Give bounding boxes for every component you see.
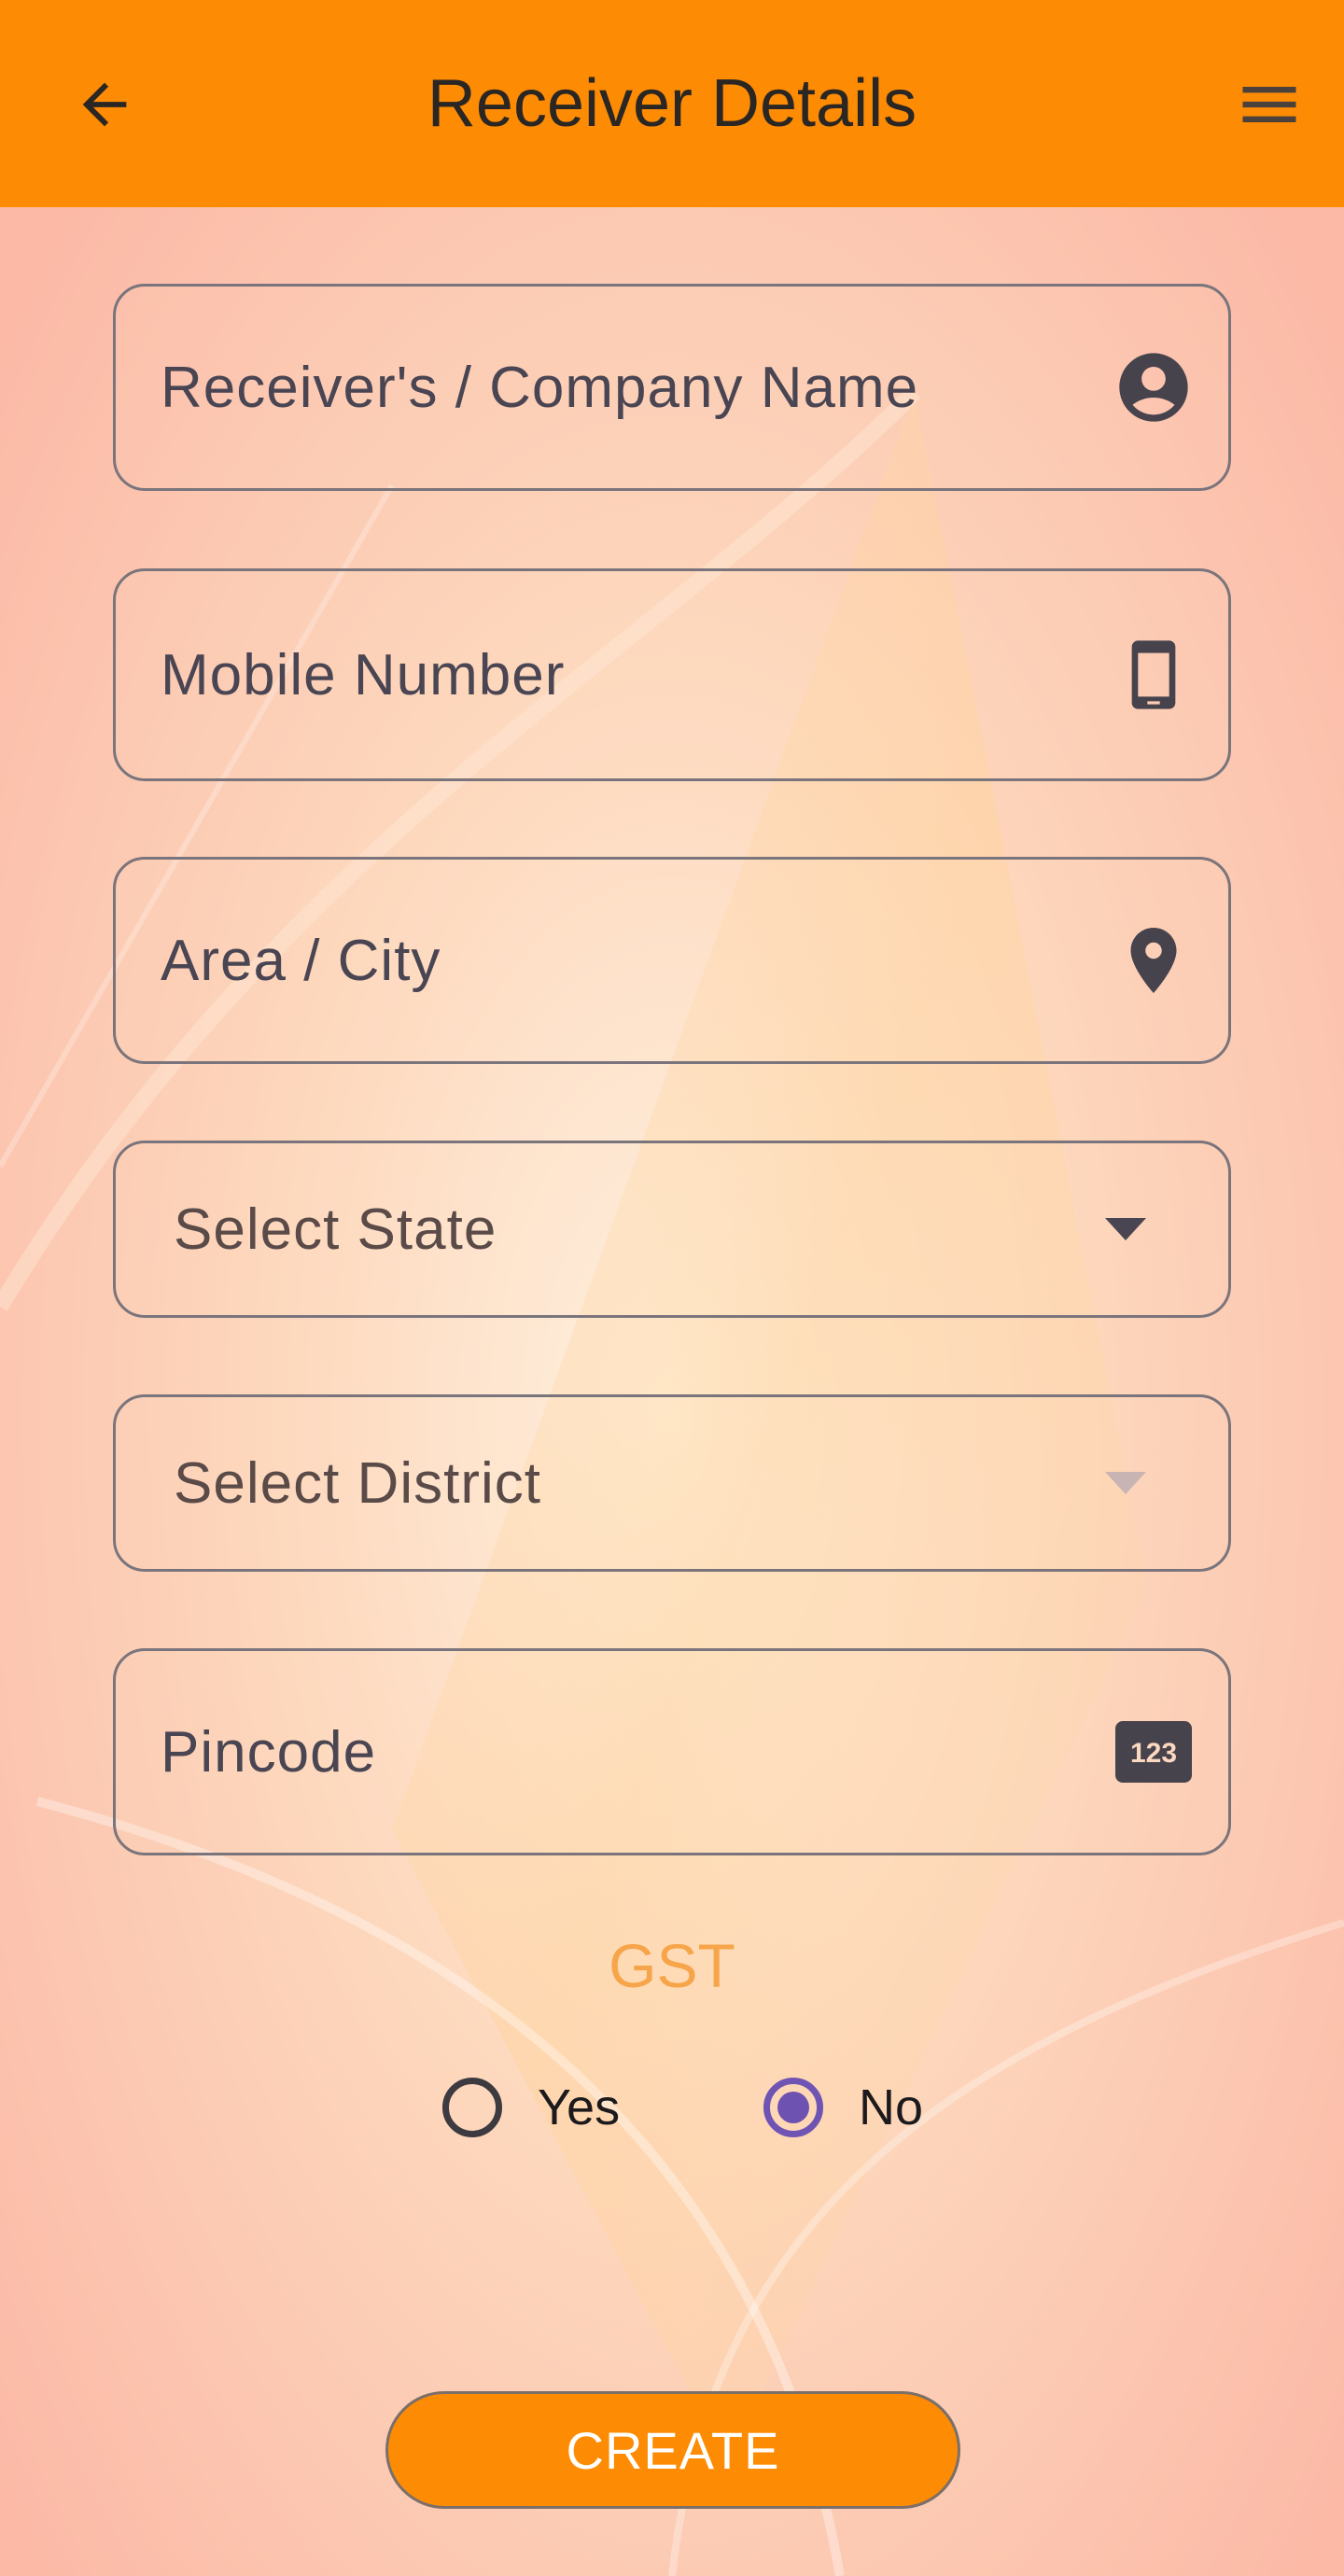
area-city-field[interactable]: Area / City (113, 857, 1231, 1064)
dropdown-arrow-icon (1105, 1472, 1146, 1494)
back-button[interactable] (56, 56, 153, 153)
gst-no-radio[interactable]: No (763, 2070, 923, 2145)
mobile-number-placeholder: Mobile Number (161, 642, 566, 707)
select-district-placeholder: Select District (174, 1450, 541, 1516)
pincode-placeholder: Pincode (161, 1719, 377, 1785)
pincode-field[interactable]: Pincode 123 (113, 1648, 1231, 1855)
mobile-number-field[interactable]: Mobile Number (113, 568, 1231, 781)
dropdown-arrow-icon (1105, 1218, 1146, 1240)
radio-unchecked-icon (442, 2078, 502, 2137)
company-name-placeholder: Receiver's / Company Name (161, 355, 919, 420)
gst-heading: GST (609, 1931, 735, 2000)
select-state-dropdown[interactable]: Select State (113, 1141, 1231, 1318)
gst-no-label: No (859, 2079, 924, 2135)
radio-checked-icon (763, 2078, 823, 2137)
gst-yes-radio[interactable]: Yes (442, 2070, 620, 2145)
page-title: Receiver Details (427, 66, 917, 141)
arrow-left-icon (82, 82, 127, 127)
app-bar: Receiver Details (0, 0, 1344, 207)
hamburger-menu-icon (1242, 87, 1296, 122)
location-pin-icon (1113, 919, 1195, 1001)
area-city-placeholder: Area / City (161, 928, 441, 993)
receiver-form: Receiver's / Company Name Mobile Number … (0, 0, 1344, 2576)
company-name-field[interactable]: Receiver's / Company Name (113, 284, 1231, 491)
gst-yes-label: Yes (538, 2079, 621, 2135)
account-circle-icon (1113, 346, 1195, 428)
select-district-dropdown[interactable]: Select District (113, 1394, 1231, 1572)
svg-text:123: 123 (1130, 1738, 1177, 1769)
select-state-placeholder: Select State (174, 1197, 497, 1262)
create-button[interactable]: CREATE (385, 2391, 960, 2509)
smartphone-icon (1113, 634, 1195, 716)
menu-button[interactable] (1221, 56, 1318, 153)
numeric-123-icon: 123 (1113, 1711, 1195, 1793)
